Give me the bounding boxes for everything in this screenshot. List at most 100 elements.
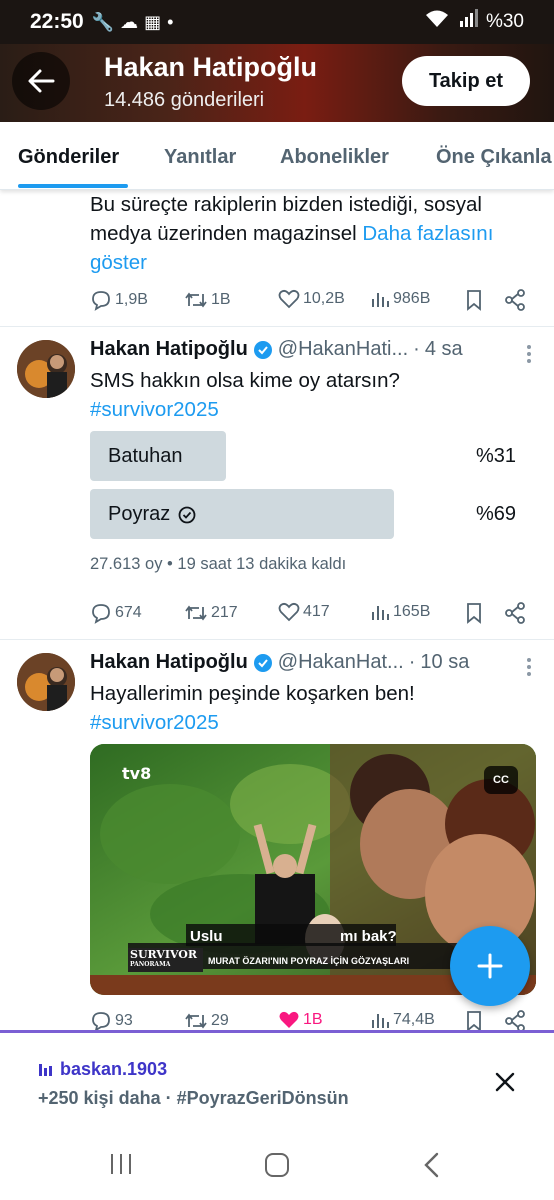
views-button[interactable]: 165B — [370, 602, 430, 622]
bookmark-button[interactable] — [464, 1010, 484, 1030]
status-right: %30 — [424, 9, 524, 35]
views-button[interactable]: 986B — [370, 289, 430, 309]
show-more-link-cont[interactable]: göster — [90, 248, 540, 277]
survivor-logo-sub: PANORAMA — [130, 961, 171, 968]
tweet-text-line: medya üzerinden magazinsel — [90, 222, 363, 245]
retweet-button[interactable]: 1B — [184, 289, 231, 311]
compose-button[interactable] — [450, 926, 530, 1006]
cc-icon: CC — [493, 774, 509, 786]
like-button[interactable]: 10,2B — [278, 289, 345, 309]
back-button[interactable] — [12, 52, 70, 110]
poll-option[interactable]: Batuhan %31 — [90, 431, 530, 481]
author-name[interactable]: Hakan Hatipoğlu — [90, 338, 248, 361]
author-handle[interactable]: @HakanHati... — [278, 338, 408, 361]
more-vertical-icon — [527, 658, 531, 676]
like-button[interactable]: 1B — [278, 1010, 323, 1030]
bookmark-icon — [467, 1011, 481, 1030]
author-handle[interactable]: @HakanHat... — [278, 651, 404, 674]
tweet-header: Hakan Hatipoğlu @HakanHati... · 4 sa — [90, 338, 510, 361]
share-button[interactable] — [504, 289, 526, 311]
show-more-link[interactable]: Daha fazlasını — [362, 222, 493, 245]
back-nav-button[interactable] — [422, 1152, 442, 1183]
share-button[interactable] — [504, 1010, 526, 1030]
channel-logo: tv8 — [122, 764, 152, 783]
retweet-button[interactable]: 217 — [184, 602, 238, 624]
reply-button[interactable]: 93 — [90, 1010, 133, 1030]
bookmark-icon — [467, 603, 481, 624]
heart-filled-icon — [279, 1011, 299, 1028]
poll-option[interactable]: Poyraz %69 — [90, 489, 530, 539]
profile-header: Hakan Hatipoğlu 14.486 gönderileri Takip… — [0, 44, 554, 122]
separator-dot: · — [408, 651, 416, 673]
like-count: 1B — [303, 1011, 323, 1028]
retweet-icon — [185, 1013, 207, 1029]
recents-icon — [111, 1154, 131, 1174]
follow-button[interactable]: Takip et — [402, 56, 530, 106]
views-button[interactable]: 74,4B — [370, 1010, 435, 1030]
tweet-actions: 674 217 417 165B — [90, 602, 530, 626]
retweet-icon — [185, 292, 207, 308]
status-time: 22:50 — [30, 10, 84, 33]
poll-percent: %31 — [475, 445, 516, 467]
post-count: 14.486 gönderileri — [104, 89, 265, 111]
view-count: 986B — [393, 290, 431, 307]
video-caption-right: mı bak? — [340, 928, 397, 945]
share-button[interactable] — [504, 602, 526, 624]
hashtag-link[interactable]: #survivor2025 — [90, 708, 415, 737]
more-options-button[interactable] — [526, 344, 532, 369]
avatar[interactable] — [17, 653, 75, 711]
tab-highlights[interactable]: Öne Çıkanla — [436, 146, 552, 169]
cloud-icon: ☁ — [120, 11, 139, 32]
survivor-logo-text: SURVIVOR — [130, 948, 198, 961]
tweet-text: SMS hakkın olsa kime oy atarsın? — [90, 369, 400, 392]
tab-subscriptions[interactable]: Abonelikler — [280, 146, 389, 169]
like-button[interactable]: 417 — [278, 602, 330, 622]
share-icon — [505, 289, 525, 311]
more-options-button[interactable] — [526, 657, 532, 682]
tweet-actions: 1,9B 1B 10,2B 986B — [90, 289, 530, 313]
reply-count: 1,9B — [115, 291, 148, 308]
check-circle-icon — [178, 506, 196, 523]
author-name[interactable]: Hakan Hatipoğlu — [90, 651, 248, 674]
bookmark-button[interactable] — [464, 602, 484, 624]
bookmark-button[interactable] — [464, 289, 484, 311]
views-icon — [372, 293, 389, 307]
share-icon — [505, 602, 525, 624]
poll-meta: 27.613 oy • 19 saat 13 dakika kaldı — [90, 555, 347, 573]
feed[interactable]: Bu süreçte rakiplerin bizden istediği, s… — [0, 190, 554, 1030]
reply-count: 674 — [115, 604, 142, 621]
tweet-text-line: Bu süreçte rakiplerin bizden istediği, s… — [90, 193, 482, 216]
cc-button[interactable]: CC — [484, 766, 518, 794]
tweet-actions: 93 29 1B 74,4B — [90, 1010, 530, 1030]
home-button[interactable] — [264, 1152, 290, 1183]
retweet-count: 217 — [211, 604, 238, 621]
view-count: 74,4B — [393, 1011, 435, 1028]
view-count: 165B — [393, 603, 431, 620]
divider — [0, 639, 554, 640]
avatar[interactable] — [17, 340, 75, 398]
reply-button[interactable]: 1,9B — [90, 289, 148, 311]
retweet-button[interactable]: 29 — [184, 1010, 229, 1030]
more-vertical-icon — [527, 345, 531, 363]
profile-name: Hakan Hatipoğlu — [104, 52, 318, 82]
arrow-left-icon — [28, 69, 55, 93]
tab-posts[interactable]: Gönderiler — [18, 146, 119, 169]
hashtag-link[interactable]: #survivor2025 — [90, 395, 400, 424]
reply-button[interactable]: 674 — [90, 602, 142, 624]
broadcast-bars-icon — [39, 1063, 52, 1076]
live-banner[interactable]: baskan.1903 +250 kişi daha · #PoyrazGeri… — [0, 1030, 554, 1124]
poll-option-label: Poyraz — [108, 503, 171, 525]
video-caption-left: Uslu — [190, 928, 223, 945]
close-icon — [495, 1072, 515, 1092]
survivor-logo: SURVIVOR PANORAMA — [130, 948, 198, 970]
close-banner-button[interactable] — [494, 1071, 516, 1098]
signal-icon — [458, 9, 478, 35]
tweet-time[interactable]: 4 sa — [425, 338, 463, 361]
reply-icon — [92, 1012, 110, 1030]
status-left-icons: 🔧 ☁ ▦ • — [92, 12, 174, 33]
retweet-count: 1B — [211, 291, 231, 308]
recents-button[interactable] — [108, 1152, 134, 1181]
tab-replies[interactable]: Yanıtlar — [164, 146, 236, 169]
tweet-time[interactable]: 10 sa — [420, 651, 469, 674]
calendar-icon: ▦ — [144, 11, 162, 32]
